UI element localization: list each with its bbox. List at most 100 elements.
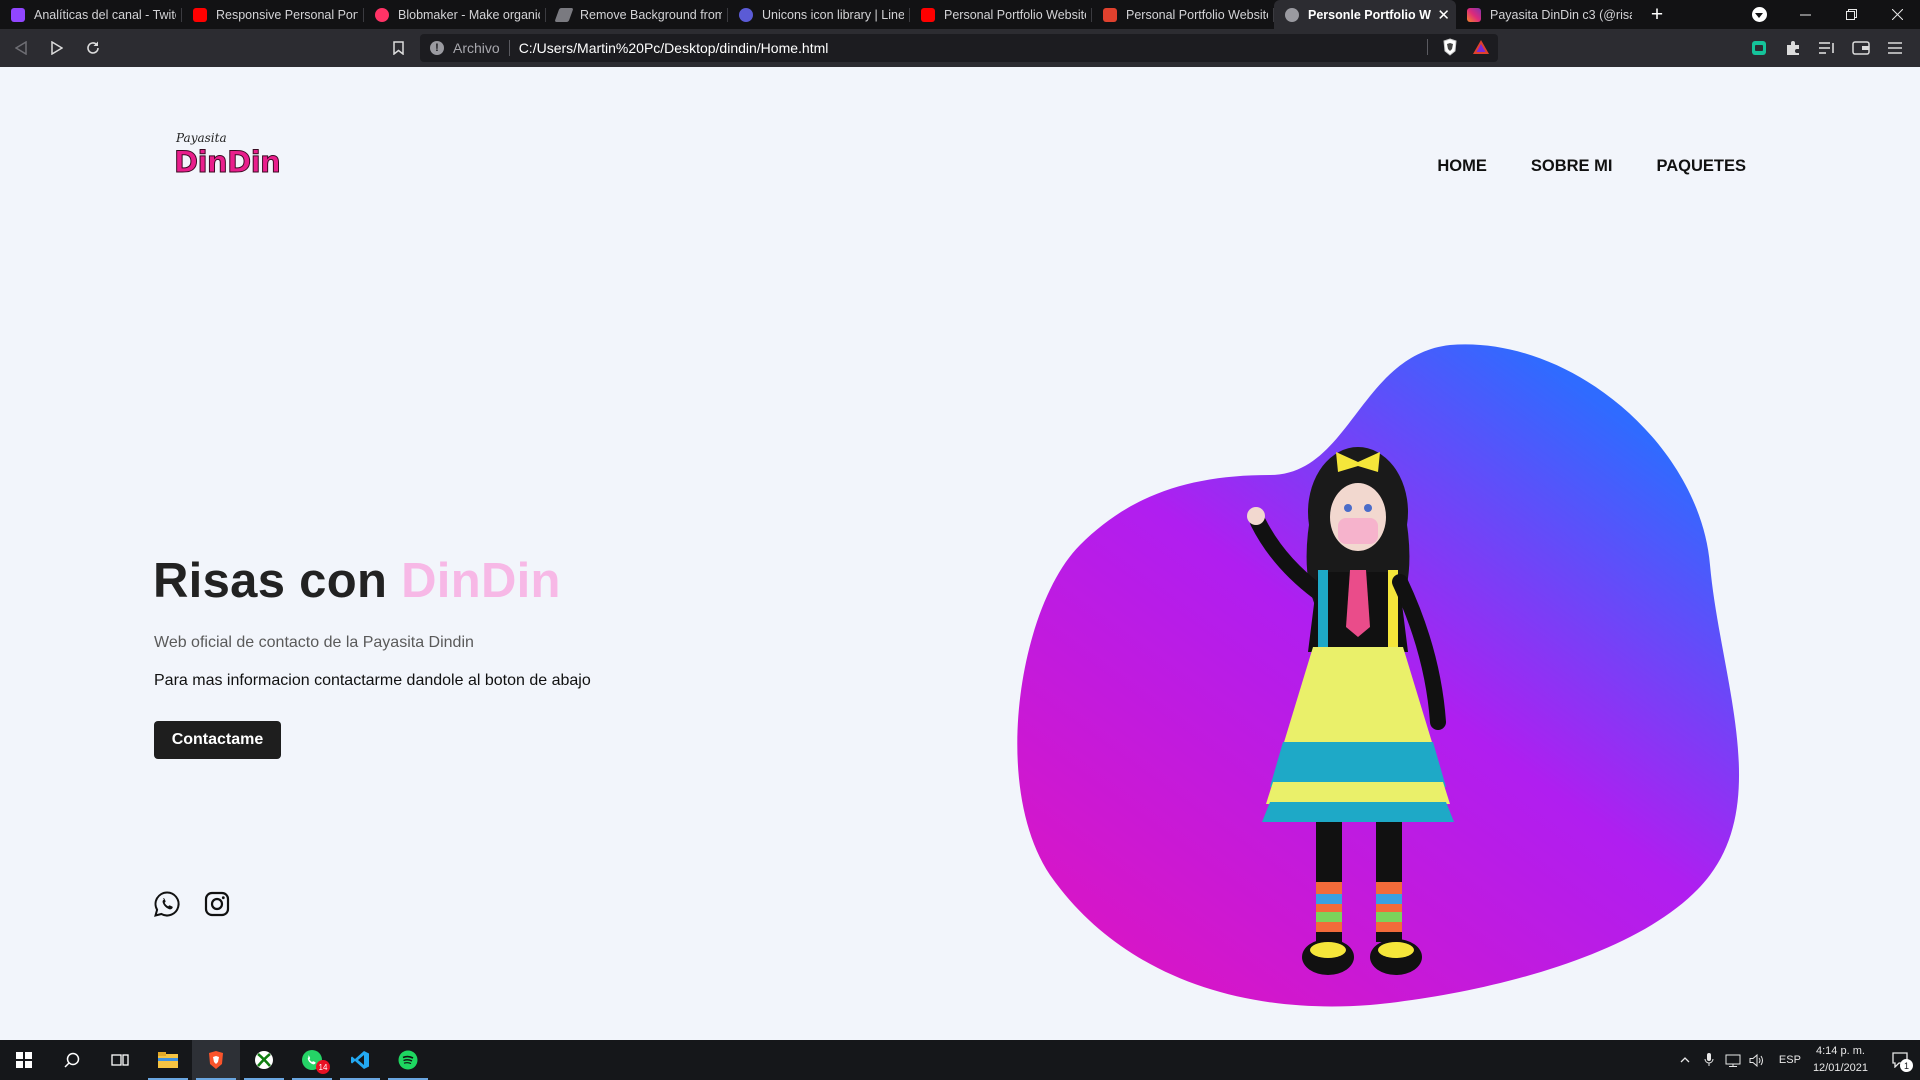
xbox-icon <box>255 1051 273 1069</box>
taskbar-spotify[interactable] <box>384 1040 432 1080</box>
start-button[interactable] <box>0 1040 48 1080</box>
logo-script-text: Payasita <box>176 131 227 145</box>
file-explorer-icon <box>158 1052 178 1068</box>
downloads-button[interactable] <box>1736 0 1782 29</box>
unicons-icon <box>739 7 753 22</box>
taskbar-file-explorer[interactable] <box>144 1040 192 1080</box>
minimize-button[interactable] <box>1782 0 1828 29</box>
hero-title-accent: DinDin <box>401 554 561 608</box>
bookmark-button[interactable] <box>388 38 408 58</box>
search-button[interactable] <box>48 1040 96 1080</box>
clock-time: 4:14 p. m. <box>1816 1045 1865 1057</box>
microphone-button[interactable] <box>1697 1040 1721 1080</box>
tab-title: Personle Portfolio Website <box>1308 7 1431 22</box>
clown-figure-image <box>1247 447 1454 975</box>
reload-icon <box>87 41 99 54</box>
tab-active-page[interactable]: Personle Portfolio Website ✕ <box>1274 0 1456 29</box>
tab-title: Responsive Personal Portfolio <box>216 7 358 22</box>
tray-overflow-button[interactable] <box>1673 1040 1697 1080</box>
tab-portfolio-youtube[interactable]: Personal Portfolio Website Using <box>910 0 1092 29</box>
globe-icon <box>1285 7 1299 22</box>
instagram-icon <box>1467 7 1481 22</box>
nav-link-home[interactable]: HOME <box>1437 157 1487 176</box>
forward-icon <box>51 41 63 55</box>
task-view-icon <box>111 1054 129 1066</box>
twitch-icon <box>11 7 25 22</box>
tab-title: Analíticas del canal - Twitch <box>34 7 176 22</box>
web-page: Payasita DinDin HOME SOBRE MI PAQUETES R… <box>0 67 1920 1040</box>
network-icon <box>1725 1054 1741 1067</box>
main-nav: HOME SOBRE MI PAQUETES <box>1437 157 1746 176</box>
hero-title: Risas con DinDin <box>153 553 561 609</box>
action-center-button[interactable]: 1 <box>1880 1040 1920 1080</box>
tab-strip: Analíticas del canal - Twitch Responsive… <box>0 0 1920 29</box>
wallet-button[interactable] <box>1850 37 1872 59</box>
youtube-icon <box>921 7 935 22</box>
tab-remove-background[interactable]: Remove Background from Image <box>546 0 728 29</box>
taskbar-whatsapp[interactable]: 14 <box>288 1040 336 1080</box>
extension-icons <box>1748 37 1906 59</box>
close-tab-icon[interactable]: ✕ <box>1437 6 1450 24</box>
tab-title: Personal Portfolio Website Using <box>1126 7 1268 22</box>
new-tab-button[interactable]: + <box>1638 0 1676 29</box>
playlist-button[interactable] <box>1816 37 1838 59</box>
whatsapp-badge: 14 <box>316 1060 330 1074</box>
close-icon <box>1891 9 1903 20</box>
taskbar-vscode[interactable] <box>336 1040 384 1080</box>
site-logo[interactable]: Payasita DinDin <box>173 129 294 187</box>
notification-count: 1 <box>1900 1059 1913 1072</box>
input-language[interactable]: ESP <box>1779 1054 1801 1066</box>
hero-description: Para mas informacion contactarme dandole… <box>154 672 591 689</box>
spotify-icon <box>398 1050 418 1070</box>
volume-button[interactable] <box>1745 1040 1769 1080</box>
tab-twitch[interactable]: Analíticas del canal - Twitch <box>0 0 182 29</box>
instagram-icon <box>204 891 230 917</box>
tab-title: Blobmaker - Make organic SVG <box>398 7 540 22</box>
network-button[interactable] <box>1721 1040 1745 1080</box>
clock[interactable]: 4:14 p. m. 12/01/2021 <box>1813 1043 1868 1077</box>
extensions-button[interactable] <box>1782 37 1804 59</box>
microphone-icon <box>1704 1053 1714 1066</box>
nav-link-paquetes[interactable]: PAQUETES <box>1656 157 1746 176</box>
menu-button[interactable] <box>1884 37 1906 59</box>
tab-instagram[interactable]: Payasita DinDin c3 (@risasc <box>1456 0 1638 29</box>
scheme-label: Archivo <box>453 40 500 56</box>
reload-button[interactable] <box>78 33 108 63</box>
window-controls <box>1736 0 1920 29</box>
instagram-link[interactable] <box>203 890 231 918</box>
minimize-icon <box>1799 14 1811 16</box>
social-links <box>153 890 231 918</box>
divider <box>508 40 510 56</box>
tab-title: Personal Portfolio Website Using <box>944 7 1086 22</box>
task-view-button[interactable] <box>96 1040 144 1080</box>
volume-icon <box>1749 1053 1764 1067</box>
extension-button[interactable] <box>1748 37 1770 59</box>
search-icon <box>64 1052 80 1068</box>
vscode-icon <box>351 1051 369 1069</box>
blobmaker-icon <box>375 7 389 22</box>
grammarly-icon <box>1752 41 1766 55</box>
windows-start-icon <box>16 1052 32 1068</box>
restore-button[interactable] <box>1828 0 1874 29</box>
tab-responsive-portfolio[interactable]: Responsive Personal Portfolio <box>182 0 364 29</box>
restore-icon <box>1845 9 1857 20</box>
tab-portfolio-brave[interactable]: Personal Portfolio Website Using <box>1092 0 1274 29</box>
back-icon <box>15 41 27 55</box>
url-text[interactable]: C:/Users/Martin%20Pc/Desktop/dindin/Home… <box>519 40 829 56</box>
windows-taskbar: 14 ESP 4:14 p. m. 12/01/2021 1 <box>0 1040 1920 1080</box>
back-button[interactable] <box>6 33 36 63</box>
address-bar[interactable]: ! Archivo C:/Users/Martin%20Pc/Desktop/d… <box>420 34 1498 62</box>
forward-button[interactable] <box>42 33 72 63</box>
taskbar-xbox[interactable] <box>240 1040 288 1080</box>
brave-shields-icon[interactable] <box>1442 38 1458 56</box>
tab-unicons[interactable]: Unicons icon library | Line | <box>728 0 910 29</box>
divider <box>1427 39 1428 55</box>
tab-blobmaker[interactable]: Blobmaker - Make organic SVG <box>364 0 546 29</box>
contact-button[interactable]: Contactame <box>154 721 281 759</box>
close-window-button[interactable] <box>1874 0 1920 29</box>
info-icon[interactable]: ! <box>430 41 444 55</box>
nav-link-sobre-mi[interactable]: SOBRE MI <box>1531 157 1613 176</box>
brave-rewards-icon[interactable] <box>1472 39 1490 55</box>
taskbar-brave[interactable] <box>192 1040 240 1080</box>
whatsapp-link[interactable] <box>153 890 181 918</box>
